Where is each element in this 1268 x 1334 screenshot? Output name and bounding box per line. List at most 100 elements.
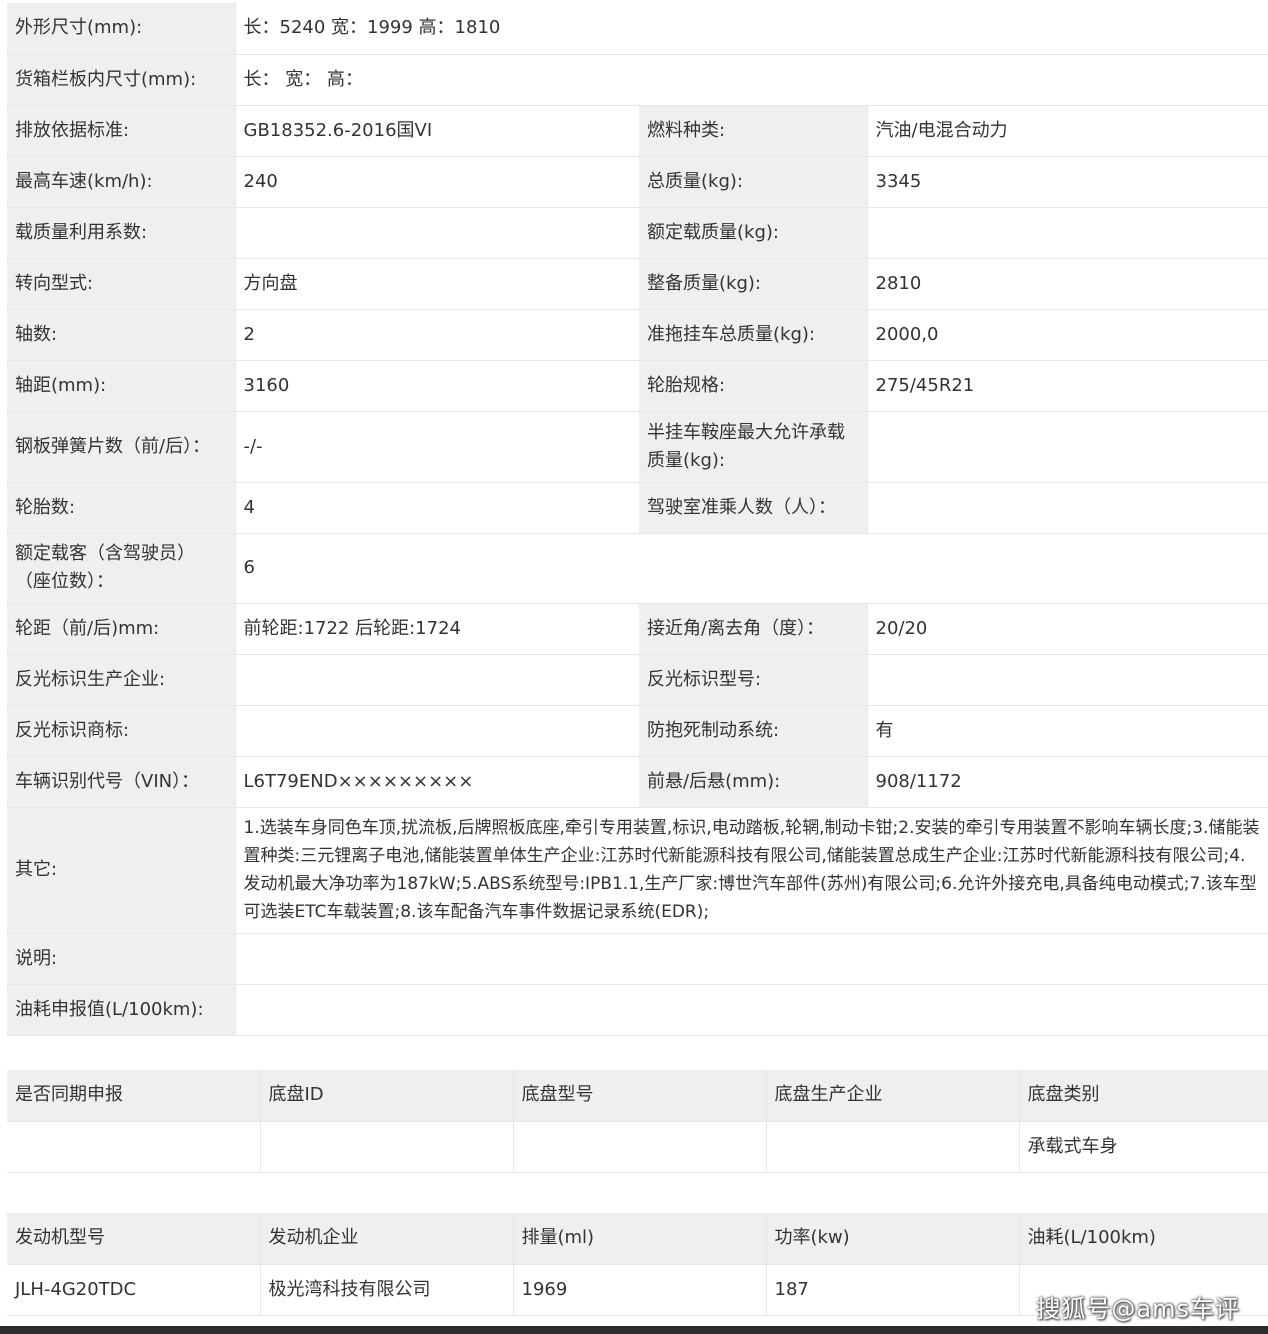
spec-value: L6T79END××××××××× xyxy=(235,756,639,808)
spec-label-line: 质量(kg): xyxy=(647,449,725,471)
spec-label: 钢板弹簧片数（前/后）： xyxy=(7,411,236,483)
column-header: 发动机型号 xyxy=(7,1213,261,1265)
spec-label: 其它: xyxy=(7,807,236,934)
spec-label: 接近角/离去角（度）： xyxy=(639,603,868,655)
spec-value: 2810 xyxy=(867,258,1268,310)
spec-row: 钢板弹簧片数（前/后）： -/- 半挂车鞍座最大允许承载 质量(kg): xyxy=(7,411,1268,483)
table-cell xyxy=(7,1121,261,1173)
column-header: 底盘生产企业 xyxy=(766,1070,1020,1122)
spec-value: 240 xyxy=(235,156,639,208)
spec-value: 方向盘 xyxy=(235,258,639,310)
spec-value: 6 xyxy=(235,533,1268,604)
spec-label: 防抱死制动系统: xyxy=(639,705,868,757)
spec-value: GB18352.6-2016国VI xyxy=(235,105,639,157)
spec-value xyxy=(235,705,639,757)
column-header: 油耗(L/100km) xyxy=(1019,1213,1268,1265)
spec-value xyxy=(867,411,1268,483)
spec-label: 驾驶室准乘人数（人）： xyxy=(639,482,868,534)
spec-value: 长：5240 宽：1999 高：1810 xyxy=(235,3,1268,55)
watermark: 搜狐号@ams车评 xyxy=(1036,1295,1240,1323)
table-cell: 极光湾科技有限公司 xyxy=(260,1264,514,1316)
spec-value xyxy=(235,207,639,259)
spec-row: 轮距（前/后)mm: 前轮距:1722 后轮距:1724 接近角/离去角（度）：… xyxy=(7,603,1268,655)
spec-label-line: 半挂车鞍座最大允许承载 xyxy=(647,421,845,443)
column-header: 是否同期申报 xyxy=(7,1070,261,1122)
column-header: 排量(ml) xyxy=(513,1213,767,1265)
spec-value xyxy=(235,654,639,706)
spec-label: 轮距（前/后)mm: xyxy=(7,603,236,655)
spec-label: 反光标识型号: xyxy=(639,654,868,706)
spec-value xyxy=(867,654,1268,706)
vehicle-spec-table: 外形尺寸(mm): 长：5240 宽：1999 高：1810 货箱栏板内尺寸(m… xyxy=(7,3,1268,1036)
spec-value: 有 xyxy=(867,705,1268,757)
bottom-bar xyxy=(0,1326,1268,1334)
spec-row: 其它: 1.选装车身同色车顶,扰流板,后牌照板底座,牵引专用装置,标识,电动踏板… xyxy=(7,807,1268,934)
spec-label-line: 额定载客（含驾驶员） xyxy=(15,543,195,564)
spec-label: 说明: xyxy=(7,933,236,985)
spec-value: 3345 xyxy=(867,156,1268,208)
table-cell: 1969 xyxy=(513,1264,767,1316)
chassis-table: 是否同期申报 底盘ID 底盘型号 底盘生产企业 底盘类别 承载式车身 xyxy=(7,1070,1268,1173)
spec-label: 轴数: xyxy=(7,309,236,361)
spec-label: 轮胎数: xyxy=(7,482,236,534)
spec-label: 整备质量(kg): xyxy=(639,258,868,310)
table-cell: 187 xyxy=(766,1264,1020,1316)
spec-label: 轴距(mm): xyxy=(7,360,236,412)
spec-label: 前悬/后悬(mm): xyxy=(639,756,868,808)
spec-label-line: （座位数）： xyxy=(15,571,114,592)
spec-label: 车辆识别代号（VIN）： xyxy=(7,756,236,808)
spec-value: 长： 宽： 高： xyxy=(235,54,1268,106)
spec-value: 2 xyxy=(235,309,639,361)
spec-row: 轮胎数: 4 驾驶室准乘人数（人）： xyxy=(7,482,1268,534)
spec-value: 汽油/电混合动力 xyxy=(867,105,1268,157)
spec-row: 反光标识生产企业: 反光标识型号: xyxy=(7,654,1268,706)
spec-value: 4 xyxy=(235,482,639,534)
spec-label: 准拖挂车总质量(kg): xyxy=(639,309,868,361)
spec-label: 反光标识商标: xyxy=(7,705,236,757)
table-row: 承载式车身 xyxy=(7,1121,1268,1173)
spec-row: 转向型式: 方向盘 整备质量(kg): 2810 xyxy=(7,258,1268,310)
spec-label: 半挂车鞍座最大允许承载 质量(kg): xyxy=(639,411,868,483)
table-cell: 承载式车身 xyxy=(1019,1121,1268,1173)
spec-label: 总质量(kg): xyxy=(639,156,868,208)
spec-row: 额定载客（含驾驶员） （座位数）： 6 xyxy=(7,533,1268,604)
table-cell xyxy=(766,1121,1020,1173)
spec-value xyxy=(867,207,1268,259)
spec-label: 燃料种类: xyxy=(639,105,868,157)
spec-row: 载质量利用系数: 额定载质量(kg): xyxy=(7,207,1268,259)
spec-value xyxy=(235,984,1268,1036)
spec-value-other: 1.选装车身同色车顶,扰流板,后牌照板底座,牵引专用装置,标识,电动踏板,轮辋,… xyxy=(235,807,1268,934)
column-header: 底盘ID xyxy=(260,1070,514,1122)
spec-value: 3160 xyxy=(235,360,639,412)
spec-row: 轴数: 2 准拖挂车总质量(kg): 2000,0 xyxy=(7,309,1268,361)
spec-row: 说明: xyxy=(7,933,1268,985)
spec-row: 货箱栏板内尺寸(mm): 长： 宽： 高： xyxy=(7,54,1268,106)
spec-row: 轴距(mm): 3160 轮胎规格: 275/45R21 xyxy=(7,360,1268,412)
spec-label: 额定载质量(kg): xyxy=(639,207,868,259)
spec-label: 转向型式: xyxy=(7,258,236,310)
spec-label: 反光标识生产企业: xyxy=(7,654,236,706)
spec-row: 最高车速(km/h): 240 总质量(kg): 3345 xyxy=(7,156,1268,208)
spec-label: 外形尺寸(mm): xyxy=(7,3,236,55)
spec-value: -/- xyxy=(235,411,639,483)
spec-label: 额定载客（含驾驶员） （座位数）： xyxy=(7,533,236,604)
spec-value: 908/1172 xyxy=(867,756,1268,808)
spec-value xyxy=(867,482,1268,534)
spec-label: 最高车速(km/h): xyxy=(7,156,236,208)
spec-row: 车辆识别代号（VIN）： L6T79END××××××××× 前悬/后悬(mm)… xyxy=(7,756,1268,808)
spec-value xyxy=(235,933,1268,985)
table-cell xyxy=(513,1121,767,1173)
engine-header-row: 发动机型号 发动机企业 排量(ml) 功率(kw) 油耗(L/100km) xyxy=(7,1213,1268,1265)
spec-value: 275/45R21 xyxy=(867,360,1268,412)
spec-label: 排放依据标准: xyxy=(7,105,236,157)
table-cell xyxy=(260,1121,514,1173)
spec-row: 外形尺寸(mm): 长：5240 宽：1999 高：1810 xyxy=(7,3,1268,55)
column-header: 功率(kw) xyxy=(766,1213,1020,1265)
column-header: 底盘型号 xyxy=(513,1070,767,1122)
spec-value: 前轮距:1722 后轮距:1724 xyxy=(235,603,639,655)
spec-value: 2000,0 xyxy=(867,309,1268,361)
spec-label: 轮胎规格: xyxy=(639,360,868,412)
spec-label: 油耗申报值(L/100km): xyxy=(7,984,236,1036)
chassis-header-row: 是否同期申报 底盘ID 底盘型号 底盘生产企业 底盘类别 xyxy=(7,1070,1268,1122)
spec-label: 载质量利用系数: xyxy=(7,207,236,259)
